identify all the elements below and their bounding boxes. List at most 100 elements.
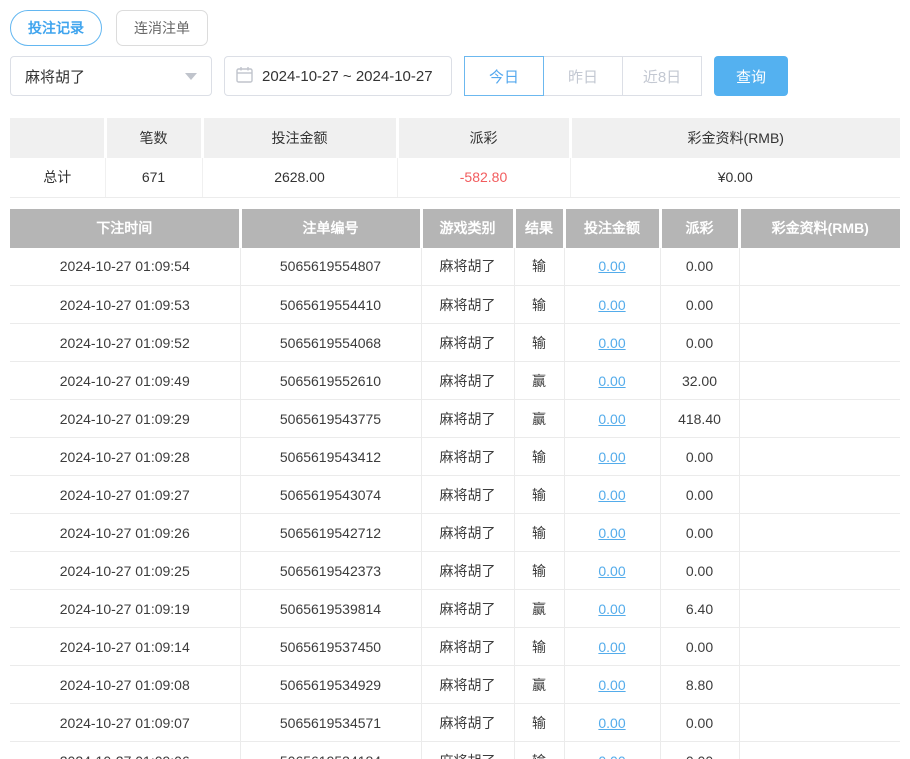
cell-bet-time: 2024-10-27 01:09:07 [10, 704, 240, 742]
today-button[interactable]: 今日 [464, 56, 544, 96]
last-8-days-button[interactable]: 近8日 [622, 56, 702, 96]
records-header-row: 下注时间 注单编号 游戏类别 结果 投注金额 派彩 彩金资料(RMB) [10, 209, 900, 248]
cell-bonus [739, 590, 900, 628]
bet-amount-link[interactable]: 0.00 [598, 335, 625, 351]
summary-total-bet-amount: 2628.00 [202, 158, 397, 197]
cell-result: 赢 [514, 400, 564, 438]
cell-result: 输 [514, 286, 564, 324]
yesterday-button[interactable]: 昨日 [543, 56, 623, 96]
cell-order-id: 5065619542712 [240, 514, 421, 552]
top-tabs: 投注记录 连消注单 [10, 10, 900, 46]
header-bet-time: 下注时间 [10, 209, 240, 248]
cell-game-type: 麻将胡了 [421, 286, 514, 324]
bet-amount-link[interactable]: 0.00 [598, 411, 625, 427]
cell-bonus [739, 666, 900, 704]
cell-payout: 0.00 [660, 628, 739, 666]
cell-order-id: 5065619534571 [240, 704, 421, 742]
cell-payout: 0.00 [660, 324, 739, 362]
calendar-icon [236, 66, 253, 87]
cell-result: 输 [514, 514, 564, 552]
summary-header-count: 笔数 [105, 118, 202, 158]
cell-bonus [739, 514, 900, 552]
chevron-down-icon [185, 73, 197, 80]
cell-game-type: 麻将胡了 [421, 628, 514, 666]
table-row: 2024-10-27 01:09:19 5065619539814 麻将胡了 赢… [10, 590, 900, 628]
tab-cancelled-orders[interactable]: 连消注单 [116, 10, 208, 46]
bet-amount-link[interactable]: 0.00 [598, 563, 625, 579]
cell-bet-time: 2024-10-27 01:09:29 [10, 400, 240, 438]
cell-game-type: 麻将胡了 [421, 400, 514, 438]
cell-payout: 0.00 [660, 286, 739, 324]
tab-betting-records[interactable]: 投注记录 [10, 10, 102, 46]
cell-order-id: 5065619543074 [240, 476, 421, 514]
summary-total-label: 总计 [10, 158, 105, 197]
cell-order-id: 5065619554068 [240, 324, 421, 362]
cell-game-type: 麻将胡了 [421, 552, 514, 590]
date-range-value: 2024-10-27 ~ 2024-10-27 [262, 68, 433, 85]
bet-amount-link[interactable]: 0.00 [598, 373, 625, 389]
cell-bet-time: 2024-10-27 01:09:53 [10, 286, 240, 324]
cell-order-id: 5065619534184 [240, 742, 421, 759]
bet-amount-link[interactable]: 0.00 [598, 677, 625, 693]
bet-amount-link[interactable]: 0.00 [598, 525, 625, 541]
cell-bonus [739, 476, 900, 514]
game-select[interactable]: 麻将胡了 [10, 56, 212, 96]
cell-game-type: 麻将胡了 [421, 438, 514, 476]
cell-result: 输 [514, 438, 564, 476]
header-result: 结果 [514, 209, 564, 248]
cell-result: 输 [514, 552, 564, 590]
cell-bonus [739, 362, 900, 400]
betting-records-page: 投注记录 连消注单 麻将胡了 2024-10-27 ~ 2024-10-27 今… [0, 0, 910, 759]
cell-result: 输 [514, 476, 564, 514]
cell-bet-time: 2024-10-27 01:09:06 [10, 742, 240, 759]
header-bonus: 彩金资料(RMB) [739, 209, 900, 248]
query-button[interactable]: 查询 [714, 56, 788, 96]
cell-bonus [739, 438, 900, 476]
cell-game-type: 麻将胡了 [421, 514, 514, 552]
cell-result: 赢 [514, 590, 564, 628]
cell-bet-time: 2024-10-27 01:09:54 [10, 248, 240, 286]
bet-amount-link[interactable]: 0.00 [598, 715, 625, 731]
cell-payout: 0.00 [660, 742, 739, 759]
header-bet-amount: 投注金额 [564, 209, 660, 248]
summary-total-bonus: ¥0.00 [570, 158, 900, 197]
summary-header-payout: 派彩 [397, 118, 570, 158]
cell-payout: 32.00 [660, 362, 739, 400]
summary-header-bonus: 彩金资料(RMB) [570, 118, 900, 158]
table-row: 2024-10-27 01:09:29 5065619543775 麻将胡了 赢… [10, 400, 900, 438]
bet-amount-link[interactable]: 0.00 [598, 258, 625, 274]
bet-amount-link[interactable]: 0.00 [598, 487, 625, 503]
bet-amount-link[interactable]: 0.00 [598, 601, 625, 617]
header-order-id: 注单编号 [240, 209, 421, 248]
cell-payout: 0.00 [660, 704, 739, 742]
cell-bonus [739, 248, 900, 286]
cell-payout: 0.00 [660, 552, 739, 590]
summary-total-row: 总计 671 2628.00 -582.80 ¥0.00 [10, 158, 900, 197]
bet-amount-link[interactable]: 0.00 [598, 449, 625, 465]
cell-payout: 0.00 [660, 438, 739, 476]
cell-result: 输 [514, 742, 564, 759]
cell-payout: 0.00 [660, 514, 739, 552]
cell-game-type: 麻将胡了 [421, 476, 514, 514]
table-row: 2024-10-27 01:09:52 5065619554068 麻将胡了 输… [10, 324, 900, 362]
summary-header-empty [10, 118, 105, 158]
table-row: 2024-10-27 01:09:25 5065619542373 麻将胡了 输… [10, 552, 900, 590]
date-range-picker[interactable]: 2024-10-27 ~ 2024-10-27 [224, 56, 452, 96]
bet-amount-link[interactable]: 0.00 [598, 753, 625, 759]
game-select-value: 麻将胡了 [25, 66, 85, 87]
cell-order-id: 5065619534929 [240, 666, 421, 704]
bet-amount-link[interactable]: 0.00 [598, 297, 625, 313]
cell-result: 输 [514, 704, 564, 742]
table-row: 2024-10-27 01:09:54 5065619554807 麻将胡了 输… [10, 248, 900, 286]
cell-result: 输 [514, 248, 564, 286]
cell-bonus [739, 742, 900, 759]
cell-bonus [739, 704, 900, 742]
cell-bet-time: 2024-10-27 01:09:25 [10, 552, 240, 590]
summary-total-count: 671 [105, 158, 202, 197]
cell-bonus [739, 628, 900, 666]
cell-result: 输 [514, 324, 564, 362]
bet-amount-link[interactable]: 0.00 [598, 639, 625, 655]
table-row: 2024-10-27 01:09:53 5065619554410 麻将胡了 输… [10, 286, 900, 324]
cell-game-type: 麻将胡了 [421, 666, 514, 704]
table-row: 2024-10-27 01:09:08 5065619534929 麻将胡了 赢… [10, 666, 900, 704]
